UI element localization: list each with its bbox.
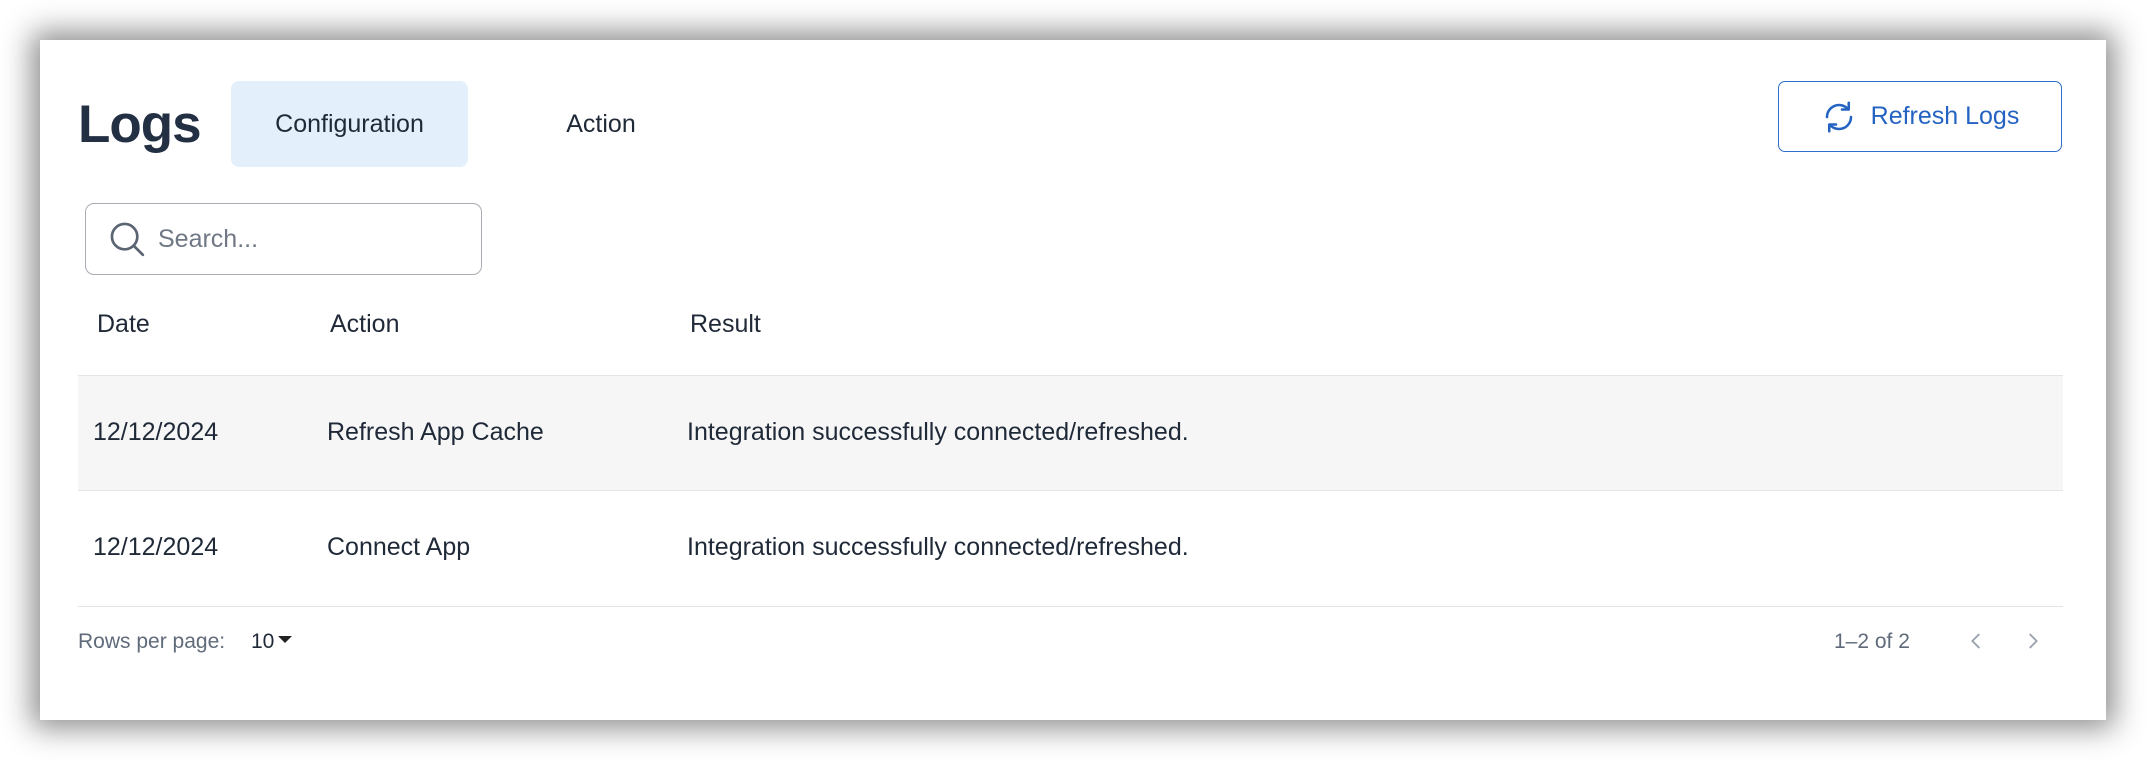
caret-down-icon [278, 635, 293, 643]
rows-per-page-label: Rows per page: [78, 630, 226, 653]
table-row[interactable]: 12/12/2024 Refresh App Cache Integration… [78, 376, 2063, 490]
column-header-date[interactable]: Date [97, 310, 150, 339]
chevron-left-icon [1971, 633, 1980, 649]
refresh-logs-button[interactable]: Refresh Logs [1778, 81, 2062, 152]
tab-label: Action [566, 109, 636, 138]
footer-divider [78, 606, 2063, 607]
pagination-range: 1–2 of 2 [1834, 630, 1910, 653]
refresh-logs-label: Refresh Logs [1870, 102, 2020, 130]
search-icon [110, 222, 145, 257]
search-box[interactable] [85, 203, 482, 275]
next-page-button[interactable] [2016, 624, 2050, 658]
column-header-result[interactable]: Result [690, 310, 761, 339]
column-header-action[interactable]: Action [330, 310, 399, 339]
chevron-right-icon [2029, 633, 2038, 649]
previous-page-button[interactable] [1959, 624, 1993, 658]
table-row[interactable]: 12/12/2024 Connect App Integration succe… [78, 491, 2063, 605]
tab-configuration[interactable]: Configuration [231, 81, 468, 167]
tab-action[interactable]: Action [516, 81, 686, 167]
search-input[interactable] [156, 223, 440, 255]
refresh-icon [1825, 100, 1852, 133]
rows-per-page-value: 10 [251, 630, 275, 653]
cell-date: 12/12/2024 [93, 533, 219, 561]
logs-panel: Logs Configuration Action Refresh Logs D… [40, 40, 2106, 720]
cell-action: Refresh App Cache [327, 418, 544, 446]
cell-date: 12/12/2024 [93, 418, 219, 446]
cell-action: Connect App [327, 533, 471, 561]
page-title: Logs [78, 95, 202, 154]
cell-result: Integration successfully connected/refre… [687, 533, 1189, 561]
cell-result: Integration successfully connected/refre… [687, 418, 1189, 446]
tab-label: Configuration [275, 109, 424, 138]
rows-per-page-select[interactable]: 10 [251, 630, 293, 654]
